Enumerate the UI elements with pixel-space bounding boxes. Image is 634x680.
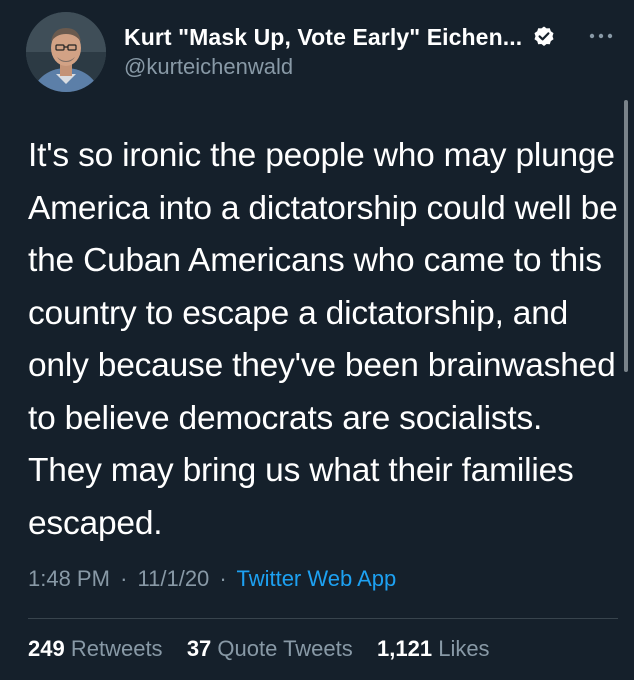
name-row: Kurt "Mask Up, Vote Early" Eichen...: [124, 22, 604, 52]
tweet-source-link[interactable]: Twitter Web App: [236, 566, 396, 591]
likes-label: Likes: [438, 636, 490, 661]
tweet-date[interactable]: 11/1/20: [138, 566, 210, 591]
quote-tweets-label: Quote Tweets: [217, 636, 353, 661]
scrollbar[interactable]: [624, 100, 628, 372]
retweets-label: Retweets: [70, 636, 163, 661]
tweet-header: Kurt "Mask Up, Vote Early" Eichen... @ku…: [124, 22, 613, 80]
tweet-stats: 249 Retweets 37 Quote Tweets 1,121 Likes: [28, 636, 490, 662]
meta-separator: ·: [219, 566, 227, 591]
tweet-meta: 1:48 PM · 11/1/20 · Twitter Web App: [28, 566, 396, 592]
tweet-detail: Kurt "Mask Up, Vote Early" Eichen... @ku…: [0, 0, 634, 680]
meta-separator: ·: [120, 566, 128, 591]
likes-stat[interactable]: 1,121 Likes: [377, 636, 490, 661]
quote-tweets-stat[interactable]: 37 Quote Tweets: [187, 636, 359, 661]
avatar[interactable]: [26, 12, 106, 92]
tweet-time[interactable]: 1:48 PM: [28, 566, 110, 591]
divider: [28, 618, 618, 619]
tweet-text: It's so ironic the people who may plunge…: [28, 137, 618, 542]
retweets-count: 249: [28, 636, 65, 661]
retweets-stat[interactable]: 249 Retweets: [28, 636, 169, 661]
verified-badge-icon: [532, 25, 556, 49]
likes-count: 1,121: [377, 636, 433, 661]
avatar-image: [26, 12, 106, 92]
user-handle[interactable]: @kurteichenwald: [124, 54, 604, 80]
more-options-icon[interactable]: [584, 24, 624, 48]
display-name[interactable]: Kurt "Mask Up, Vote Early" Eichen...: [124, 24, 522, 51]
quote-tweets-count: 37: [186, 636, 212, 661]
